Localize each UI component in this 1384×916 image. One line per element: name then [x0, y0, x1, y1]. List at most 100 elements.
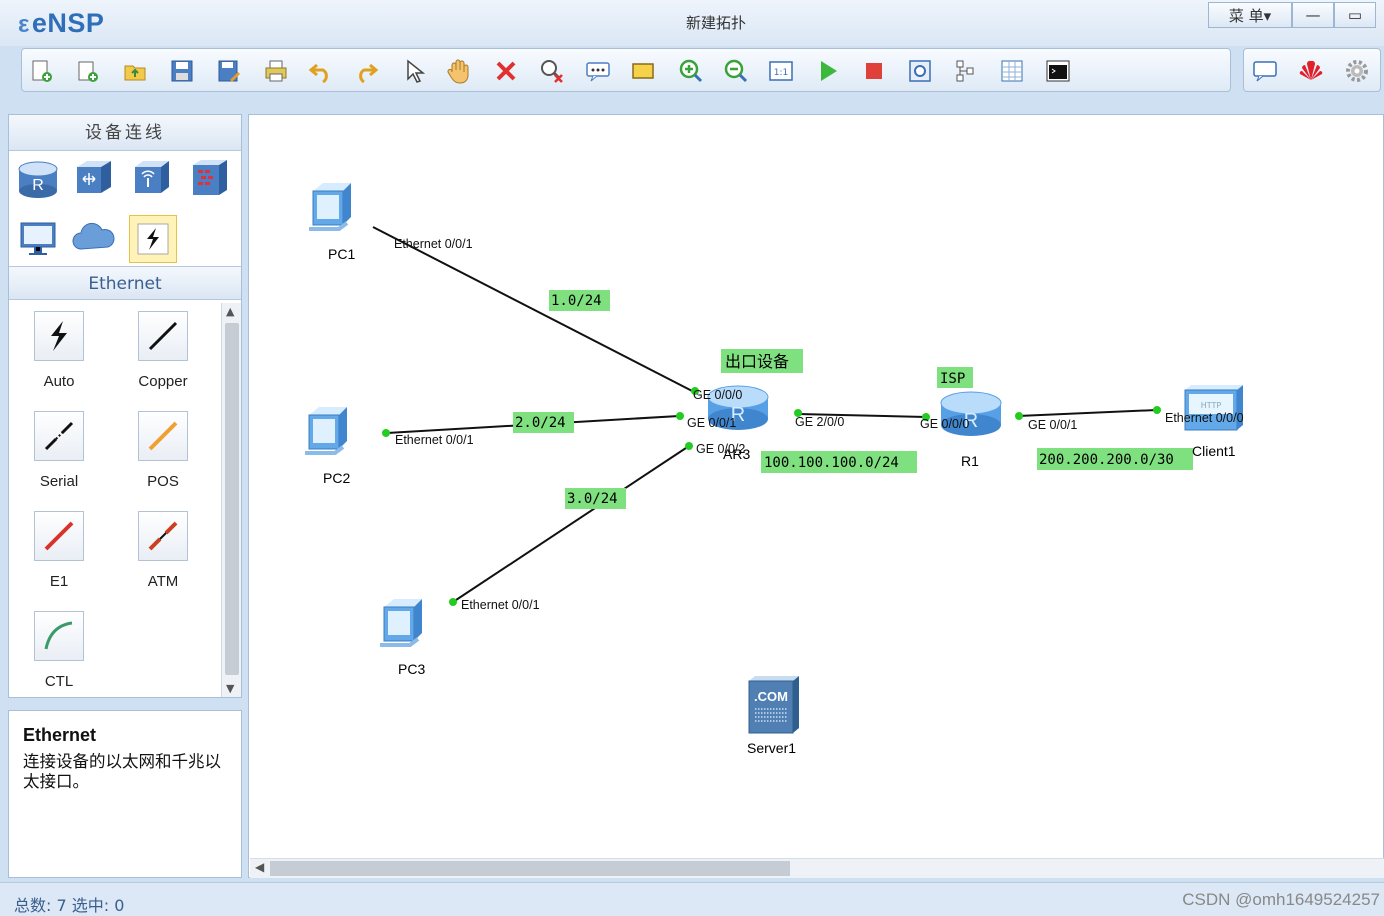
- cable-label: Serial: [39, 473, 79, 490]
- status-summary: 总数: 7 选中: 0: [14, 896, 125, 915]
- stop-icon[interactable]: [861, 58, 887, 84]
- svg-text:1.0/24: 1.0/24: [551, 293, 602, 309]
- port-label: Ethernet 0/0/1: [461, 598, 540, 612]
- svg-text:出口设备: 出口设备: [725, 352, 789, 371]
- capture-icon[interactable]: [907, 58, 933, 84]
- text-icon[interactable]: [585, 58, 611, 84]
- firewall-icon[interactable]: [187, 155, 233, 201]
- cable-atm[interactable]: ATM: [113, 511, 213, 590]
- canvas-scroll-thumb[interactable]: [270, 861, 790, 876]
- device-tag[interactable]: 出口设备: [721, 349, 803, 373]
- switch-icon[interactable]: [71, 155, 117, 201]
- cable-label: E1: [49, 573, 69, 590]
- device-panel: 设备连线 R Ethernet Auto Copper Serial POS E…: [8, 114, 242, 698]
- huawei-icon[interactable]: [1298, 58, 1324, 84]
- right-toolbar: [1243, 48, 1381, 92]
- rectangle-icon[interactable]: [630, 58, 656, 84]
- port-label: Ethernet 0/0/1: [395, 433, 474, 447]
- port-dot: [1153, 406, 1161, 414]
- new-sheet-icon[interactable]: [75, 58, 101, 84]
- device-server1[interactable]: .COM Server1: [747, 676, 799, 756]
- router-icon[interactable]: R: [15, 155, 61, 201]
- link-pc3-ar3[interactable]: [452, 445, 690, 603]
- scroll-down-icon[interactable]: ▼: [226, 682, 234, 695]
- save-as-icon[interactable]: [216, 58, 242, 84]
- port-label: GE 0/0/0: [920, 417, 969, 431]
- cable-pos[interactable]: POS: [113, 411, 213, 490]
- chat-icon[interactable]: [1252, 58, 1278, 84]
- console-icon[interactable]: [1045, 58, 1071, 84]
- copper-cable-icon: [148, 321, 178, 351]
- cable-ctl[interactable]: CTL: [9, 611, 109, 690]
- port-dot: [676, 412, 684, 420]
- settings-icon[interactable]: [1344, 58, 1370, 84]
- cable-icon[interactable]: [129, 215, 177, 263]
- zoom-out-icon[interactable]: [723, 58, 749, 84]
- subnet-label[interactable]: 200.200.200.0/30: [1037, 448, 1193, 470]
- device-pc2[interactable]: PC2: [303, 405, 350, 486]
- scroll-up-icon[interactable]: ▲: [226, 305, 234, 318]
- subnet-label[interactable]: 1.0/24: [549, 290, 610, 311]
- cable-label: POS: [147, 473, 179, 490]
- subnet-label[interactable]: 2.0/24: [513, 412, 574, 433]
- app-logo: εeNSP: [18, 8, 105, 38]
- terminal-icon[interactable]: [15, 215, 61, 261]
- select-icon[interactable]: [400, 58, 426, 84]
- cable-serial[interactable]: Serial: [9, 411, 109, 490]
- pos-cable-icon: [148, 421, 178, 451]
- device-pc3[interactable]: PC3: [378, 597, 425, 677]
- link-pc1-ar3[interactable]: [372, 226, 699, 395]
- zoom-in-icon[interactable]: [678, 58, 704, 84]
- cloud-icon[interactable]: [71, 215, 117, 261]
- undo-icon[interactable]: [308, 58, 334, 84]
- delete-link-icon[interactable]: [539, 58, 565, 84]
- e1-cable-icon: [44, 521, 74, 551]
- port-label: GE 0/0/1: [1028, 418, 1077, 432]
- cable-copper[interactable]: Copper: [113, 311, 213, 390]
- serial-cable-icon: [44, 421, 74, 451]
- cable-e1[interactable]: E1: [9, 511, 109, 590]
- save-icon[interactable]: [169, 58, 195, 84]
- grid-icon[interactable]: [999, 58, 1025, 84]
- menu-button[interactable]: 菜 单▾: [1208, 2, 1292, 28]
- panel-scrollbar[interactable]: ▲ ▼: [221, 303, 241, 697]
- topology-icon[interactable]: [953, 58, 979, 84]
- pc-icon: [378, 597, 424, 647]
- device-label: Server1: [747, 740, 796, 756]
- svg-text:3.0/24: 3.0/24: [567, 491, 618, 507]
- status-bar: 总数: 7 选中: 0 CSDN @omh1649524257: [0, 882, 1384, 916]
- canvas-hscrollbar[interactable]: ◀: [250, 858, 1384, 878]
- topology-canvas[interactable]: R 1.0/24 2.0/24 3.0/24 100.100.100.0/: [248, 114, 1384, 878]
- pc-icon: [303, 405, 349, 455]
- atm-cable-icon: [148, 521, 178, 551]
- cable-label: Copper: [138, 373, 188, 390]
- delete-icon[interactable]: [493, 58, 519, 84]
- fit-icon[interactable]: 1:1: [768, 58, 794, 84]
- maximize-button[interactable]: ▭: [1334, 2, 1376, 28]
- device-label: PC1: [328, 246, 355, 262]
- link-r1-client1[interactable]: [1017, 409, 1158, 417]
- open-icon[interactable]: [122, 58, 148, 84]
- port-dot: [1015, 412, 1023, 420]
- start-icon[interactable]: [815, 58, 841, 84]
- svg-text:R: R: [32, 177, 44, 194]
- device-pc1[interactable]: PC1: [307, 181, 355, 262]
- subnet-label[interactable]: 3.0/24: [565, 488, 626, 509]
- description-panel: Ethernet 连接设备的以太网和千兆以太接口。: [8, 710, 242, 878]
- panel-scroll-thumb[interactable]: [225, 323, 239, 675]
- svg-text:1:1: 1:1: [774, 68, 788, 78]
- device-label: R1: [961, 453, 979, 469]
- device-tag[interactable]: ISP: [937, 367, 973, 388]
- new-topology-icon[interactable]: [28, 58, 54, 84]
- redo-icon[interactable]: [353, 58, 379, 84]
- wireless-icon[interactable]: [129, 155, 175, 201]
- port-label: GE 2/0/0: [795, 415, 844, 429]
- cable-label: ATM: [147, 573, 179, 590]
- hand-icon[interactable]: [446, 58, 472, 84]
- scroll-left-icon[interactable]: ◀: [255, 860, 264, 874]
- cable-auto[interactable]: Auto: [9, 311, 109, 390]
- minimize-button[interactable]: —: [1292, 2, 1334, 28]
- print-icon[interactable]: [263, 58, 289, 84]
- svg-text:100.100.100.0/24: 100.100.100.0/24: [764, 455, 899, 471]
- subnet-label[interactable]: 100.100.100.0/24: [761, 451, 917, 473]
